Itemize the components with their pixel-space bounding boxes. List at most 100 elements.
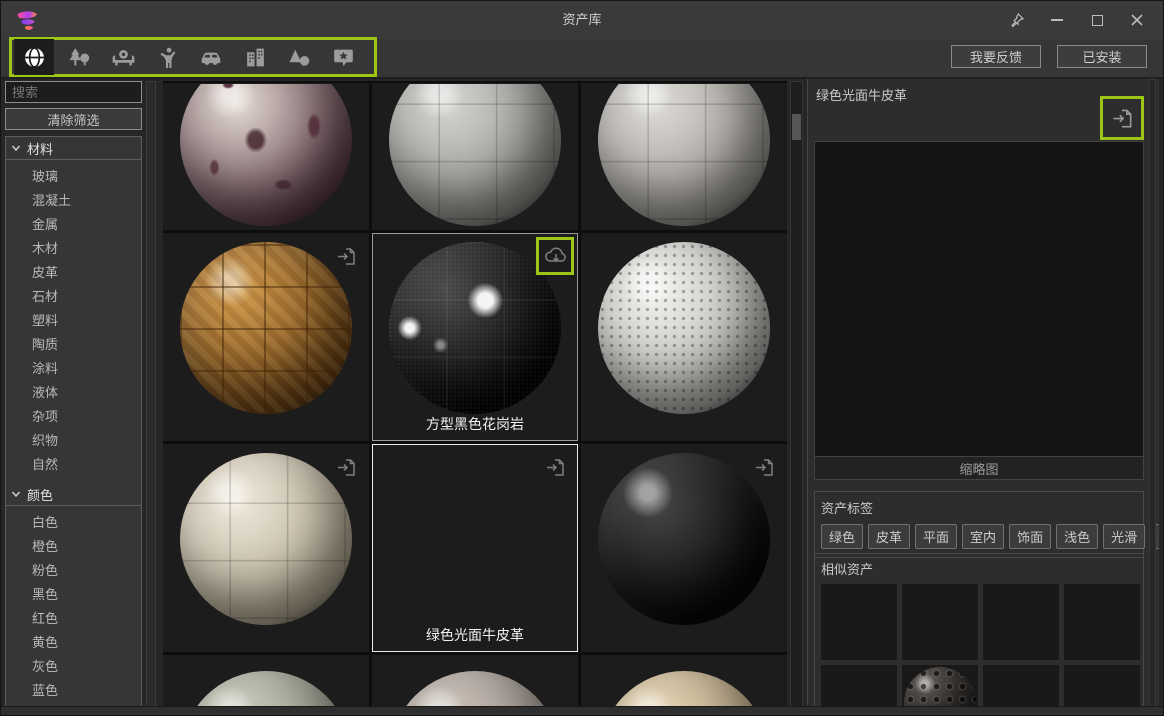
tags-heading: 资产标签 [821, 498, 1137, 517]
material-card[interactable] [163, 233, 369, 441]
material-thumbnail [180, 453, 352, 625]
filter-item[interactable]: 黑色 [6, 583, 141, 607]
section-label: 颜色 [27, 485, 53, 504]
tag-chip[interactable]: 室内 [962, 524, 1004, 549]
similar-asset-thumbnail [823, 586, 895, 658]
tag-chip[interactable]: 饰面 [1009, 524, 1051, 549]
material-card[interactable] [163, 655, 369, 707]
tag-chip[interactable]: 光滑 [1103, 524, 1145, 549]
material-thumbnail [180, 242, 352, 414]
minimize-icon[interactable] [1037, 1, 1077, 39]
asset-preview [814, 141, 1144, 457]
similar-asset-tile[interactable] [983, 584, 1059, 660]
filter-item[interactable]: 织物 [6, 429, 141, 453]
similar-assets-group: 相似资产 [814, 553, 1144, 707]
material-thumbnail [389, 242, 561, 414]
material-card[interactable] [581, 655, 787, 707]
section-header-materials[interactable]: 材料 [6, 137, 141, 160]
similar-asset-tile[interactable] [902, 584, 978, 660]
similar-asset-tile[interactable] [983, 665, 1059, 707]
category-materials-sphere-icon[interactable] [14, 39, 54, 75]
category-primitives-icon[interactable] [280, 40, 318, 74]
similar-asset-tile[interactable] [821, 584, 897, 660]
installed-button[interactable]: 已安装 [1057, 45, 1147, 68]
material-thumbnail [598, 242, 770, 414]
tag-list: 绿色皮革平面室内饰面浅色光滑有光泽 [821, 524, 1137, 549]
category-decals-icon[interactable] [324, 40, 362, 74]
search-input[interactable] [5, 81, 142, 103]
material-thumbnail [598, 83, 770, 226]
filter-item[interactable]: 黄色 [6, 631, 141, 655]
filter-item[interactable]: 玻璃 [6, 165, 141, 189]
maximize-icon[interactable] [1077, 1, 1117, 39]
filter-item[interactable]: 混凝土 [6, 189, 141, 213]
import-to-scene-icon[interactable] [543, 455, 567, 479]
similar-asset-tile[interactable] [902, 665, 978, 707]
title-bar: 资产库 [1, 1, 1163, 39]
material-thumbnail [598, 453, 770, 625]
tag-chip[interactable]: 绿色 [821, 524, 863, 549]
filter-groups: 材料 玻璃混凝土金属木材皮革石材塑料陶质涂料液体杂项织物自然 颜色 白色橙色粉色… [5, 136, 142, 707]
material-card[interactable] [372, 83, 578, 230]
clear-filters-button[interactable]: 清除筛选 [5, 108, 142, 130]
similar-heading: 相似资产 [821, 559, 1137, 578]
filter-item[interactable]: 粉色 [6, 559, 141, 583]
similar-asset-thumbnail [904, 586, 976, 658]
material-card[interactable] [581, 444, 787, 652]
filter-item[interactable]: 自然 [6, 453, 141, 477]
material-card[interactable] [163, 83, 369, 230]
pin-icon[interactable] [997, 1, 1037, 39]
material-label: 方型黑色花岗岩 [373, 414, 577, 434]
category-vehicles-icon[interactable] [192, 40, 230, 74]
sidebar-scrollbar[interactable] [146, 81, 156, 707]
grid-scrollbar[interactable] [790, 81, 803, 707]
category-buildings-icon[interactable] [236, 40, 274, 74]
filter-item[interactable]: 木材 [6, 237, 141, 261]
material-card[interactable]: 绿色光面牛皮革 [372, 444, 578, 652]
filter-item[interactable]: 皮革 [6, 261, 141, 285]
filter-item[interactable]: 液体 [6, 381, 141, 405]
cloud-download-icon[interactable] [543, 244, 567, 268]
panel-scrollbar[interactable] [1149, 79, 1156, 707]
category-furniture-icon[interactable] [104, 40, 142, 74]
category-characters-icon[interactable] [148, 40, 186, 74]
material-thumbnail [389, 453, 561, 625]
filter-item[interactable]: 白色 [6, 511, 141, 535]
materials-items: 玻璃混凝土金属木材皮革石材塑料陶质涂料液体杂项织物自然 [6, 160, 141, 483]
grid-scrollbar-thumb[interactable] [792, 114, 801, 140]
tag-chip[interactable]: 平面 [915, 524, 957, 549]
filter-item[interactable]: 涂料 [6, 357, 141, 381]
material-card[interactable]: 方型黑色花岗岩 [372, 233, 578, 441]
asset-library-window: { "window": { "title": "资产库", "controls"… [0, 0, 1164, 716]
filter-item[interactable]: 蓝色 [6, 679, 141, 703]
filter-item[interactable]: 杂项 [6, 405, 141, 429]
filter-item[interactable]: 塑料 [6, 309, 141, 333]
similar-asset-tile[interactable] [1064, 665, 1140, 707]
similar-asset-tile[interactable] [821, 665, 897, 707]
tag-chip[interactable]: 皮革 [868, 524, 910, 549]
feedback-button[interactable]: 我要反馈 [951, 45, 1041, 68]
import-to-scene-icon[interactable] [334, 455, 358, 479]
filter-item[interactable]: 灰色 [6, 655, 141, 679]
close-icon[interactable] [1117, 1, 1157, 39]
filter-item[interactable]: 红色 [6, 607, 141, 631]
filter-item[interactable]: 陶质 [6, 333, 141, 357]
material-card[interactable] [163, 444, 369, 652]
import-to-scene-icon[interactable] [752, 455, 776, 479]
filter-item[interactable]: 石材 [6, 285, 141, 309]
material-card[interactable] [372, 655, 578, 707]
similar-assets-grid [821, 584, 1137, 707]
similar-asset-tile[interactable] [1064, 584, 1140, 660]
section-header-colors[interactable]: 颜色 [6, 483, 141, 506]
material-card[interactable] [581, 233, 787, 441]
thumbnail-caption: 缩略图 [814, 457, 1144, 480]
materials-grid: 方型黑色花岗岩 [163, 81, 787, 707]
filter-item[interactable]: 橙色 [6, 535, 141, 559]
tag-chip[interactable]: 浅色 [1056, 524, 1098, 549]
similar-asset-thumbnail [823, 667, 895, 707]
category-vegetation-icon[interactable] [60, 40, 98, 74]
import-to-scene-icon[interactable] [1109, 105, 1135, 131]
import-to-scene-icon[interactable] [334, 244, 358, 268]
filter-item[interactable]: 金属 [6, 213, 141, 237]
material-card[interactable] [581, 83, 787, 230]
